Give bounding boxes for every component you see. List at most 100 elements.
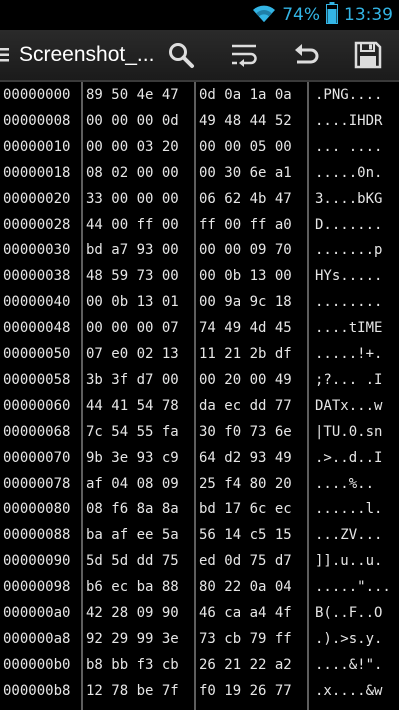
ascii-text: ... ....: [315, 138, 383, 155]
hex-row[interactable]: 00000020 33 00 00 00 06 62 4b 47 3....bKG: [0, 191, 399, 215]
hex-address: 00000018: [3, 164, 71, 181]
clock: 13:39: [344, 5, 393, 25]
hex-row[interactable]: 00000058 3b 3f d7 00 00 20 00 49 ;?... .I: [0, 372, 399, 396]
hex-address: 00000070: [3, 449, 71, 466]
wifi-icon: [252, 3, 276, 28]
battery-percent: 74%: [282, 5, 320, 25]
hex-bytes-group-1: 33 00 00 00: [86, 190, 179, 207]
hex-bytes-group-2: f0 19 26 77: [199, 682, 292, 699]
ascii-text: HYs.....: [315, 268, 383, 285]
hex-bytes-group-2: 00 9a 9c 18: [199, 294, 292, 311]
hex-bytes-group-2: 00 20 00 49: [199, 371, 292, 388]
hex-bytes-group-1: 07 e0 02 13: [86, 346, 179, 362]
hex-address: 00000098: [3, 579, 71, 596]
hex-address: 00000090: [3, 553, 71, 570]
hex-address: 00000068: [3, 423, 71, 440]
hex-address: 00000040: [3, 294, 71, 311]
hex-address: 00000038: [3, 268, 71, 285]
hex-address: 00000020: [3, 190, 71, 207]
hex-row[interactable]: 00000010 00 00 03 20 00 00 05 00 ... ....: [0, 139, 399, 163]
ascii-text: .).>s.y.: [315, 630, 383, 647]
hex-row[interactable]: 00000040 00 0b 13 01 00 9a 9c 18........: [0, 294, 399, 318]
hex-address: 00000028: [3, 216, 71, 233]
hex-bytes-group-2: 46 ca a4 4f: [199, 605, 292, 621]
hex-bytes-group-1: 92 29 99 3e: [86, 630, 179, 647]
hex-row[interactable]: 00000090 5d 5d dd 75 ed 0d 75 d7]].u..u.: [0, 553, 399, 577]
wrap-lines-icon[interactable]: [229, 40, 259, 70]
hex-bytes-group-2: 00 0b 13 00: [199, 268, 292, 285]
hex-row[interactable]: 00000078 af 04 08 09 25 f4 80 20....%..: [0, 476, 399, 500]
hex-row[interactable]: 00000068 7c 54 55 fa 30 f0 73 6e |TU.0.sn: [0, 424, 399, 448]
hex-bytes-group-2: ff 00 ff a0: [199, 216, 292, 233]
hex-row[interactable]: 00000070 9b 3e 93 c9 64 d2 93 49 .>..d..I: [0, 450, 399, 474]
ascii-text: ....%..: [315, 475, 383, 492]
ascii-text: .......p: [315, 242, 383, 259]
ascii-text: ....&!".: [315, 656, 383, 673]
hex-address: 00000060: [3, 397, 71, 414]
hex-address: 000000b8: [3, 682, 71, 699]
hex-address: 00000048: [3, 320, 71, 337]
hex-bytes-group-2: 56 14 c5 15: [199, 527, 292, 544]
hex-bytes-group-1: 44 00 ff 00: [86, 216, 179, 233]
search-icon[interactable]: [166, 40, 196, 70]
hex-bytes-group-1: 89 50 4e 47: [86, 87, 179, 103]
action-bar: Screenshot_...: [0, 30, 399, 82]
hex-bytes-group-1: 00 00 00 0d: [86, 112, 179, 129]
hex-row[interactable]: 00000018 08 02 00 00 00 30 6e a1 .....0n.: [0, 165, 399, 189]
ascii-text: .....!+.: [315, 346, 383, 362]
hex-row[interactable]: 00000038 48 59 73 00 00 0b 13 00 HYs.....: [0, 268, 399, 292]
hex-row[interactable]: 000000b0 b8 bb f3 cb 26 21 22 a2 ....&!".: [0, 657, 399, 681]
hex-row[interactable]: 00000050 07 e0 02 13 11 21 2b df .....!+.: [0, 346, 399, 370]
hex-row[interactable]: 00000080 08 f6 8a 8a bd 17 6c ec ......l.: [0, 501, 399, 525]
ascii-text: .....0n.: [315, 164, 383, 181]
hex-bytes-group-2: 06 62 4b 47: [199, 190, 292, 207]
ascii-text: .>..d..I: [315, 449, 383, 466]
hex-row[interactable]: 00000048 00 00 00 07 74 49 4d 45 ....tIME: [0, 320, 399, 344]
hex-bytes-group-2: 00 00 09 70: [199, 242, 292, 259]
hex-bytes-group-2: da ec dd 77: [199, 397, 292, 414]
hex-bytes-group-2: 0d 0a 1a 0a: [199, 87, 292, 103]
hex-address: 00000088: [3, 527, 71, 544]
hex-bytes-group-2: 49 48 44 52: [199, 112, 292, 129]
undo-icon[interactable]: [291, 40, 321, 70]
hex-bytes-group-2: 00 00 05 00: [199, 138, 292, 155]
hex-bytes-group-1: 42 28 09 90: [86, 605, 179, 621]
ascii-text: |TU.0.sn: [315, 423, 383, 440]
ascii-text: ....IHDR: [315, 112, 383, 129]
hex-bytes-group-1: 48 59 73 00: [86, 268, 179, 285]
hex-address: 00000080: [3, 501, 71, 518]
hex-row[interactable]: 00000000 89 50 4e 47 0d 0a 1a 0a .PNG....: [0, 87, 399, 111]
hex-row[interactable]: 00000028 44 00 ff 00 ff 00 ff a0 D.......: [0, 217, 399, 241]
hex-bytes-group-2: 11 21 2b df: [199, 346, 292, 362]
hex-view[interactable]: 00000000 89 50 4e 47 0d 0a 1a 0a .PNG.... 00…: [0, 82, 399, 710]
hex-row[interactable]: 000000a8 92 29 99 3e 73 cb 79 ff .).>s.y.: [0, 631, 399, 655]
status-bar: 74% 13:39: [0, 0, 399, 30]
hex-bytes-group-1: 00 00 00 07: [86, 320, 179, 337]
hex-bytes-group-1: 12 78 be 7f: [86, 682, 179, 699]
hex-bytes-group-2: 30 f0 73 6e: [199, 423, 292, 440]
hex-bytes-group-2: 73 cb 79 ff: [199, 630, 292, 647]
hex-bytes-group-1: bd a7 93 00: [86, 242, 179, 259]
ascii-text: B(..F..O: [315, 605, 383, 621]
ascii-text: D.......: [315, 216, 383, 233]
ascii-text: ....."...: [315, 579, 391, 596]
menu-handle-icon[interactable]: [0, 47, 10, 63]
hex-bytes-group-2: bd 17 6c ec: [199, 501, 292, 518]
hex-row[interactable]: 00000030 bd a7 93 00 00 00 09 70 .......p: [0, 242, 399, 266]
hex-row[interactable]: 00000008 00 00 00 0d 49 48 44 52 ....IHDR: [0, 113, 399, 137]
hex-row[interactable]: 00000060 44 41 54 78 da ec dd 77 DATx...w: [0, 398, 399, 422]
hex-row[interactable]: 000000a0 42 28 09 90 46 ca a4 4f B(..F..O: [0, 605, 399, 629]
hex-row[interactable]: 00000088 ba af ee 5a 56 14 c5 15 ...ZV...: [0, 527, 399, 551]
hex-bytes-group-1: 3b 3f d7 00: [86, 371, 179, 388]
hex-bytes-group-1: 08 f6 8a 8a: [86, 501, 179, 518]
ascii-text: ...ZV...: [315, 527, 383, 544]
ascii-text: ;?... .I: [315, 371, 383, 388]
battery-icon: [326, 1, 338, 29]
save-icon[interactable]: [353, 40, 383, 70]
hex-address: 00000058: [3, 371, 71, 388]
ascii-text: ]].u..u.: [315, 553, 383, 570]
hex-bytes-group-2: ed 0d 75 d7: [199, 553, 292, 570]
hex-row[interactable]: 00000098 b6 ec ba 88 80 22 0a 04 ....."...: [0, 579, 399, 603]
hex-row[interactable]: 000000b8 12 78 be 7f f0 19 26 77 .x....&w: [0, 683, 399, 707]
hex-address: 00000008: [3, 112, 71, 129]
